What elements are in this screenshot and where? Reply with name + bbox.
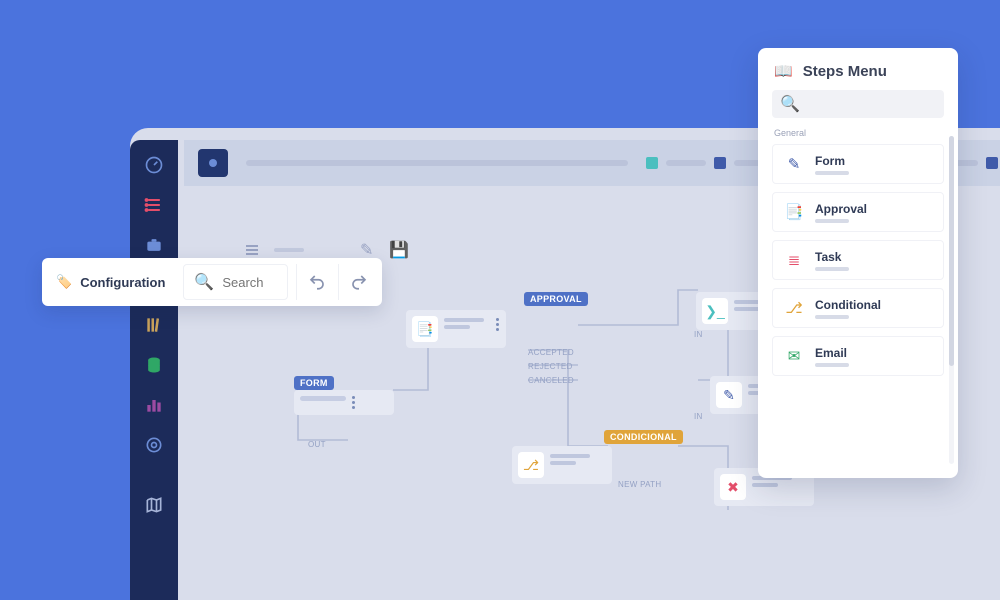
pill-form: FORM	[294, 376, 334, 390]
cancel-icon: ✖	[720, 474, 746, 500]
task-icon: ≣	[783, 249, 805, 271]
search-box[interactable]: 🔍	[183, 264, 288, 300]
toolbar-edit-icon[interactable]: ✎	[360, 240, 373, 260]
step-item-label: Form	[815, 154, 849, 168]
step-item-label: Conditional	[815, 298, 881, 312]
steps-menu-search[interactable]: 🔍	[772, 90, 944, 118]
terminal-icon: ❯_	[702, 298, 728, 324]
step-marker[interactable]	[646, 157, 658, 169]
nav-dashboard-icon[interactable]	[143, 154, 165, 176]
tag-icon: 🏷️	[56, 274, 72, 290]
nav-data-icon[interactable]	[143, 354, 165, 376]
approval-icon: 📑	[783, 201, 805, 223]
search-icon: 🔍	[194, 272, 214, 292]
nav-list-icon[interactable]	[143, 194, 165, 216]
node-menu-icon[interactable]	[496, 318, 500, 331]
nav-map-icon[interactable]	[143, 494, 165, 516]
placeholder-line	[815, 363, 849, 367]
port-in: IN	[694, 412, 703, 421]
steps-menu-list: ✎ Form 📑 Approval ≣ Task ⎇ Conditional ✉…	[772, 144, 954, 468]
step-item-approval[interactable]: 📑 Approval	[772, 192, 944, 232]
port-in: IN	[694, 330, 703, 339]
conditional-icon: ⎇	[518, 452, 544, 478]
config-button[interactable]: 🏷️ Configuration	[56, 274, 175, 290]
steps-menu-category: General	[772, 118, 954, 144]
search-input[interactable]	[222, 275, 277, 290]
conditional-icon: ⎇	[783, 297, 805, 319]
nav-library-icon[interactable]	[143, 314, 165, 336]
steps-menu-title: Steps Menu	[803, 63, 887, 80]
placeholder-line	[815, 267, 849, 271]
pill-approval: APPROVAL	[524, 292, 588, 306]
step-indicator-current[interactable]	[198, 149, 228, 177]
port-out: OUT	[308, 440, 326, 449]
step-marker[interactable]	[986, 157, 998, 169]
config-label: Configuration	[80, 275, 165, 290]
floating-toolbar: 🏷️ Configuration 🔍	[42, 258, 382, 306]
form-icon: ✎	[716, 382, 742, 408]
step-item-task[interactable]: ≣ Task	[772, 240, 944, 280]
step-marker[interactable]	[714, 157, 726, 169]
nav-briefcase-icon[interactable]	[143, 234, 165, 256]
canvas-toolbar: ✎ 💾	[246, 240, 409, 260]
undo-button[interactable]	[296, 264, 336, 300]
step-item-email[interactable]: ✉ Email	[772, 336, 944, 376]
sidebar	[130, 140, 178, 600]
toolbar-list-icon[interactable]	[246, 245, 258, 255]
redo-button[interactable]	[338, 264, 378, 300]
placeholder-line	[815, 171, 849, 175]
placeholder-line	[815, 219, 849, 223]
toolbar-divider	[274, 248, 304, 252]
nav-target-icon[interactable]	[143, 434, 165, 456]
port-accepted: ACCEPTED	[528, 348, 574, 357]
node-approval[interactable]: 📑	[406, 310, 506, 348]
step-item-label: Task	[815, 250, 849, 264]
nav-analytics-icon[interactable]	[143, 394, 165, 416]
port-newpath: NEW PATH	[618, 480, 661, 489]
node-menu-icon[interactable]	[352, 396, 356, 409]
node-conditional[interactable]: ⎇	[512, 446, 612, 484]
pill-conditional: CONDICIONAL	[604, 430, 683, 444]
step-item-label: Email	[815, 346, 849, 360]
approval-icon: 📑	[412, 316, 438, 342]
port-rejected: REJECTED	[528, 362, 573, 371]
steps-menu-panel: 📖 Steps Menu 🔍 General ✎ Form 📑 Approval…	[758, 48, 958, 478]
search-icon: 🔍	[780, 94, 800, 114]
step-item-label: Approval	[815, 202, 867, 216]
node-form[interactable]	[294, 390, 394, 415]
toolbar-save-icon[interactable]: 💾	[389, 240, 409, 260]
step-item-conditional[interactable]: ⎇ Conditional	[772, 288, 944, 328]
step-item-form[interactable]: ✎ Form	[772, 144, 944, 184]
scroll-thumb[interactable]	[949, 136, 954, 366]
email-icon: ✉	[783, 345, 805, 367]
port-canceled: CANCELED	[528, 376, 574, 385]
placeholder-line	[815, 315, 849, 319]
panel-scrollbar[interactable]	[949, 136, 954, 464]
form-icon: ✎	[783, 153, 805, 175]
book-icon: 📖	[774, 62, 793, 80]
